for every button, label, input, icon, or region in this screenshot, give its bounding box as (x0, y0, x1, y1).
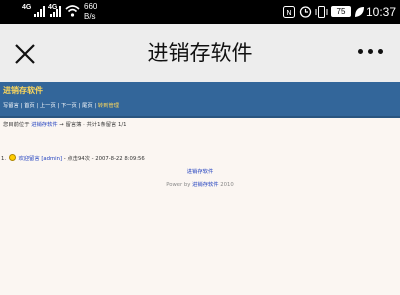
breadcrumb-section: 留言簿 (65, 122, 82, 128)
status-bar: 4G 4G 660 B/s N 75 10:37 (0, 0, 400, 24)
menu-separator: | (94, 103, 97, 109)
post-author-link[interactable]: [admin] (41, 156, 62, 162)
smiley-icon (8, 154, 16, 161)
site-menu: 写留言 | 首页 | 上一页 | 下一页 | 尾页 | 转到管理 (3, 101, 119, 109)
menu-write-message[interactable]: 写留言 (3, 103, 19, 109)
more-icon[interactable] (358, 49, 384, 57)
wifi-icon (65, 5, 80, 17)
powered-prefix: Power by (166, 182, 191, 188)
footer-link[interactable]: 进销存软件 (187, 169, 214, 175)
site-header: 进销存软件 写留言 | 首页 | 上一页 | 下一页 | 尾页 | 转到管理 (0, 82, 400, 118)
footer-link-row: 进销存软件 (0, 167, 400, 175)
alarm-icon (299, 6, 312, 18)
post-number: 1. (1, 156, 7, 162)
breadcrumb-prefix: 您目前位于 (3, 122, 30, 128)
menu-last-page[interactable]: 尾页 (82, 103, 93, 109)
battery-level: 75 (336, 7, 346, 16)
vibrate-icon (315, 6, 328, 18)
footer-powered: Power by 进销存软件 2010 (0, 180, 400, 188)
footer-year: 2010 (220, 182, 234, 188)
menu-admin[interactable]: 转到管理 (98, 103, 119, 109)
leaf-icon (355, 7, 364, 17)
menu-separator: | (20, 103, 23, 109)
breadcrumb-arrow: → (59, 122, 64, 128)
signal-icon-2 (50, 6, 61, 17)
nav-bar: 进销存软件 (0, 24, 400, 82)
clock: 10:37 (366, 5, 397, 19)
network-label-1: 4G (22, 4, 32, 11)
site-title: 进销存软件 (3, 86, 43, 95)
close-icon[interactable] (14, 43, 36, 65)
menu-next-page[interactable]: 下一页 (61, 103, 77, 109)
breadcrumb-stats: · 共计1条留言 1/1 (83, 122, 127, 128)
powered-link[interactable]: 进销存软件 (192, 182, 219, 188)
post-title-link[interactable]: 欢迎留言 (18, 156, 39, 162)
web-content: 进销存软件 写留言 | 首页 | 上一页 | 下一页 | 尾页 | 转到管理 您… (0, 82, 400, 295)
post-meta: - 点击94次 - 2007-8-22 8:09:56 (63, 156, 145, 162)
nfc-icon: N (283, 6, 295, 18)
svg-text:N: N (286, 9, 291, 17)
menu-home[interactable]: 首页 (24, 103, 35, 109)
list-item: 1. 欢迎留言 [admin] - 点击94次 - 2007-8-22 8:09… (1, 154, 145, 162)
menu-separator: | (57, 103, 60, 109)
menu-separator: | (78, 103, 81, 109)
signal-icon (34, 6, 45, 17)
page-title: 进销存软件 (147, 41, 253, 65)
menu-separator: | (36, 103, 39, 109)
menu-prev-page[interactable]: 上一页 (40, 103, 56, 109)
breadcrumb-site-link[interactable]: 进销存软件 (31, 122, 58, 128)
battery-icon: 75 (331, 6, 351, 17)
breadcrumb: 您目前位于 进销存软件 → 留言簿 · 共计1条留言 1/1 (3, 120, 127, 128)
